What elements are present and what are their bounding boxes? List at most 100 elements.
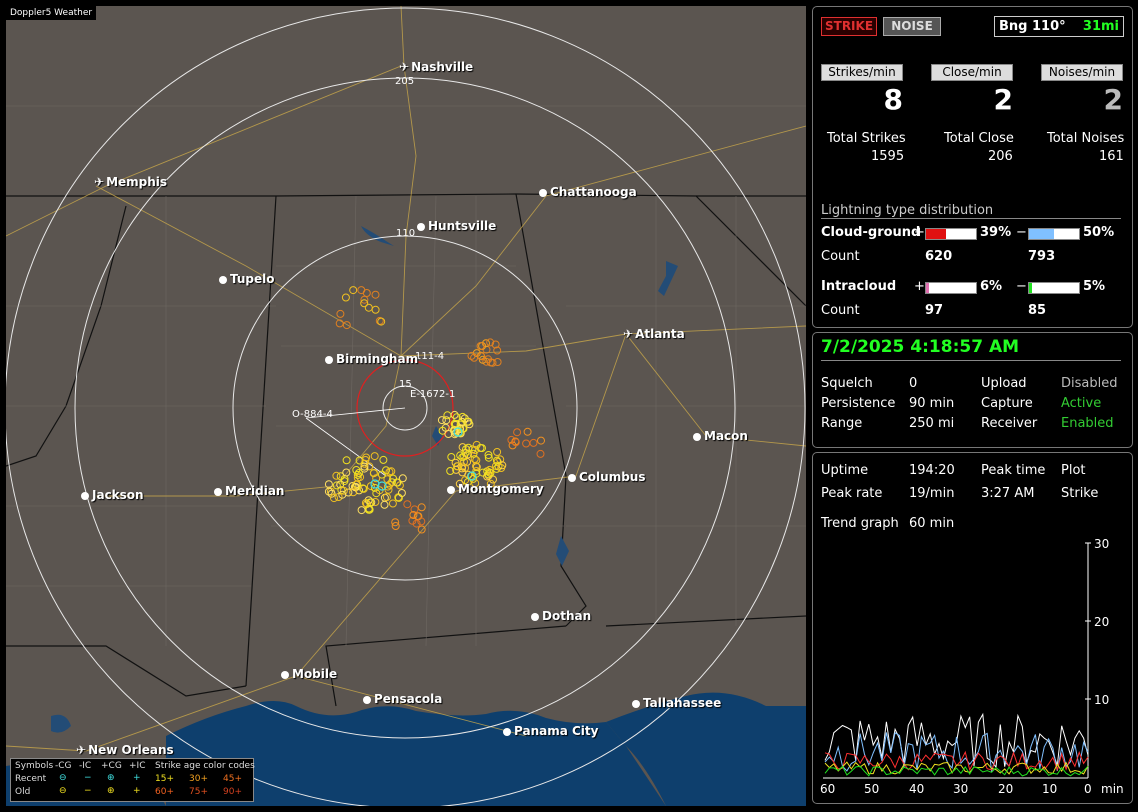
peak-time-value: 3:27 AM bbox=[981, 486, 1035, 501]
cg-plus-count: 620 bbox=[925, 249, 953, 264]
peak-time-label: Peak time bbox=[981, 463, 1046, 478]
total-strikes-label: Total Strikes bbox=[827, 131, 906, 146]
airport-icon: ✈ bbox=[76, 743, 87, 757]
strike-marker bbox=[371, 290, 380, 299]
squelch-label: Squelch bbox=[821, 376, 873, 391]
peak-rate-value: 19/min bbox=[909, 486, 955, 501]
trend-graph: 30 20 10 60 50 40 30 20 10 0 min bbox=[820, 537, 1124, 793]
total-close-value: 206 bbox=[988, 149, 1013, 164]
strike-marker bbox=[342, 321, 351, 330]
cg-minus-sign: − bbox=[1016, 225, 1027, 240]
airport-icon: ✈ bbox=[623, 327, 634, 341]
strikes-per-min-label: Strikes/min bbox=[821, 64, 903, 81]
status-divider bbox=[821, 360, 1121, 361]
uptime-label: Uptime bbox=[821, 463, 869, 478]
strike-marker bbox=[364, 303, 373, 312]
legend-header: +IC bbox=[129, 761, 146, 771]
city-dot-icon bbox=[363, 696, 371, 704]
strike-annotation: O-884-4 bbox=[292, 409, 333, 420]
plot-label: Plot bbox=[1061, 463, 1086, 478]
city-name: Meridian bbox=[225, 484, 285, 498]
close-per-min-label: Close/min bbox=[931, 64, 1013, 81]
distribution-divider bbox=[821, 218, 1121, 219]
strike-stats-panel: STRIKE NOISE Bng 110° 31mi Strikes/min C… bbox=[812, 6, 1133, 328]
strike-marker bbox=[357, 506, 366, 515]
minus-cg-recent-icon: ⊖ bbox=[59, 773, 67, 783]
age-90: 90+ bbox=[223, 787, 242, 797]
legend-header-symbols: Symbols bbox=[15, 761, 54, 771]
city-dot-icon bbox=[447, 486, 455, 494]
city-label: Dothan bbox=[531, 609, 591, 623]
close-per-min-value: 2 bbox=[993, 83, 1013, 116]
city-name: Macon bbox=[704, 429, 748, 443]
strike-marker bbox=[493, 448, 502, 456]
ic-plus-count: 97 bbox=[925, 303, 944, 318]
strike-marker bbox=[417, 525, 426, 534]
persistence-label: Persistence bbox=[821, 396, 896, 411]
plus-cg-recent-icon: ⊕ bbox=[107, 773, 115, 783]
city-label: Tupelo bbox=[219, 272, 275, 286]
total-noises-label: Total Noises bbox=[1047, 131, 1125, 146]
strike-marker bbox=[336, 309, 345, 318]
persistence-value: 90 min bbox=[909, 396, 955, 411]
city-name: New Orleans bbox=[88, 743, 174, 757]
trend-graph-label: Trend graph bbox=[821, 516, 899, 531]
strike-annotation: E-1672-1 bbox=[410, 389, 455, 400]
strike-marker bbox=[529, 438, 538, 447]
cg-minus-count: 793 bbox=[1028, 249, 1056, 264]
legend-old-label: Old bbox=[15, 787, 31, 797]
range-labels: 205 110 15 111-4 E-1672-1 O-884-4 bbox=[292, 76, 455, 420]
legend-header: -CG bbox=[55, 761, 72, 771]
age-45: 45+ bbox=[223, 774, 242, 784]
city-name: Huntsville bbox=[428, 219, 497, 233]
strike-button[interactable]: STRIKE bbox=[821, 17, 877, 36]
city-label: Jackson bbox=[81, 488, 144, 502]
noises-per-min-label: Noises/min bbox=[1041, 64, 1123, 81]
city-label: Macon bbox=[693, 429, 748, 443]
x-tick: 50 bbox=[864, 782, 879, 793]
city-label: Pensacola bbox=[363, 692, 442, 706]
range-label-middle: 110 bbox=[396, 228, 415, 239]
plot-value[interactable]: Strike bbox=[1061, 486, 1098, 501]
strike-marker bbox=[341, 293, 350, 302]
city-dot-icon bbox=[531, 613, 539, 621]
strike-marker bbox=[523, 427, 532, 436]
city-dot-icon bbox=[632, 700, 640, 708]
x-tick: 0 bbox=[1084, 782, 1092, 793]
capture-label: Capture bbox=[981, 396, 1033, 411]
city-name: Birmingham bbox=[336, 352, 419, 366]
city-name: Jackson bbox=[92, 488, 144, 502]
distance-value: 31mi bbox=[1082, 19, 1119, 34]
strike-marker bbox=[493, 358, 502, 366]
city-label: ✈ Memphis bbox=[94, 175, 167, 189]
city-name: Columbus bbox=[579, 470, 646, 484]
strike-marker bbox=[342, 468, 351, 477]
x-unit: min bbox=[1101, 782, 1124, 793]
distribution-title: Lightning type distribution bbox=[821, 203, 994, 218]
trend-graph-value[interactable]: 60 min bbox=[909, 516, 954, 531]
cg-minus-percent: 50% bbox=[1083, 225, 1115, 240]
city-label: Mobile bbox=[281, 667, 337, 681]
ic-plus-sign: + bbox=[914, 279, 925, 294]
lightning-map[interactable]: 205 110 15 111-4 E-1672-1 O-884-4 Dopple… bbox=[6, 6, 806, 806]
city-dot-icon bbox=[693, 433, 701, 441]
range-label: Range bbox=[821, 416, 863, 431]
noise-button[interactable]: NOISE bbox=[883, 17, 941, 36]
legend-header: Strike age color codes bbox=[155, 761, 255, 771]
cg-plus-sign: + bbox=[914, 225, 925, 240]
strike-marker bbox=[537, 436, 545, 445]
total-noises-value: 161 bbox=[1099, 149, 1124, 164]
intracloud-label: Intracloud bbox=[821, 279, 897, 294]
strike-marker bbox=[388, 499, 397, 508]
city-dot-icon bbox=[417, 223, 425, 231]
map-graphics: 205 110 15 111-4 E-1672-1 O-884-4 bbox=[6, 6, 806, 806]
city-label: Columbus bbox=[568, 470, 646, 484]
city-dot-icon bbox=[539, 189, 547, 197]
cg-count-label: Count bbox=[821, 249, 860, 264]
cg-plus-bar bbox=[925, 228, 977, 240]
total-strikes-value: 1595 bbox=[871, 149, 905, 164]
cg-minus-bar bbox=[1028, 228, 1080, 240]
airport-icon: ✈ bbox=[399, 60, 410, 74]
city-dot-icon bbox=[325, 356, 333, 364]
strike-marker bbox=[349, 286, 358, 295]
